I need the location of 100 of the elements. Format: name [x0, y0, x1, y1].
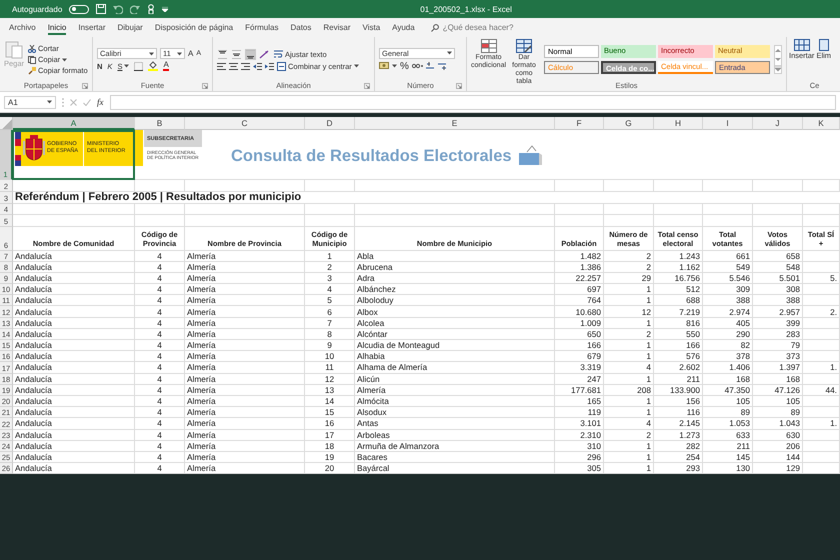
- table-cell: 1: [604, 374, 654, 385]
- table-cell: 290: [703, 328, 753, 340]
- dialog-launcher-icon[interactable]: [202, 82, 208, 88]
- column-header[interactable]: H: [654, 117, 703, 130]
- borders-icon[interactable]: [134, 62, 144, 70]
- insert-function-button[interactable]: fx: [97, 97, 104, 107]
- undo-icon[interactable]: [113, 4, 124, 14]
- percent-button[interactable]: %: [400, 60, 409, 72]
- menu-tab[interactable]: Fórmulas: [239, 20, 284, 35]
- decrease-indent-icon[interactable]: [253, 62, 262, 70]
- column-header[interactable]: B: [135, 117, 185, 130]
- align-text-icon[interactable]: [217, 62, 226, 70]
- column-header[interactable]: C: [185, 117, 305, 130]
- table-cell: 1.243: [654, 250, 703, 262]
- currency-icon[interactable]: [379, 62, 389, 70]
- empty-cell: [753, 204, 803, 215]
- column-header[interactable]: K: [803, 117, 840, 130]
- formula-input[interactable]: [110, 94, 836, 110]
- save-icon[interactable]: [96, 4, 106, 14]
- table-cell: 1.162: [654, 262, 703, 273]
- table-cell: 156: [654, 396, 703, 408]
- redo-icon[interactable]: [130, 4, 140, 14]
- fill-color-icon[interactable]: [148, 61, 158, 71]
- style-gallery-scroll[interactable]: [774, 45, 782, 74]
- vertical-align-button[interactable]: [231, 48, 242, 60]
- table-cell: 254: [654, 452, 703, 464]
- table-cell: 1.: [803, 362, 840, 374]
- column-header[interactable]: I: [703, 117, 753, 130]
- caret-icon[interactable]: [392, 64, 397, 68]
- table-cell: Andalucía: [13, 384, 135, 396]
- column-header[interactable]: F: [555, 117, 604, 130]
- menu-tab[interactable]: Datos: [284, 20, 318, 35]
- table-cell: Andalucía: [13, 440, 135, 452]
- increase-indent-icon[interactable]: [265, 62, 274, 70]
- caret-icon[interactable]: [124, 64, 130, 68]
- dialog-launcher-icon[interactable]: [364, 82, 370, 88]
- table-cell: Bacares: [355, 452, 555, 464]
- menu-tab[interactable]: Dibujar: [112, 20, 149, 35]
- menu-tab[interactable]: Ayuda: [386, 20, 421, 35]
- caret-icon[interactable]: [354, 64, 359, 68]
- column-header[interactable]: D: [305, 117, 355, 130]
- table-cell: 4: [135, 306, 185, 318]
- column-header[interactable]: E: [355, 117, 555, 130]
- scroll-up-icon: [775, 46, 781, 55]
- table-cell: Almería: [185, 374, 305, 385]
- vertical-align-button[interactable]: [245, 48, 256, 60]
- menu-tab[interactable]: Vista: [356, 20, 386, 35]
- table-cell: 1.009: [555, 318, 604, 329]
- empty-cell: [703, 204, 753, 215]
- table-cell: Andalucía: [13, 418, 135, 430]
- font-color-button[interactable]: A: [163, 61, 169, 71]
- table-cell: 18: [305, 440, 355, 452]
- orientation-icon[interactable]: [259, 50, 271, 58]
- table-cell: Andalucía: [13, 328, 135, 340]
- caret-icon[interactable]: [47, 100, 52, 104]
- menu-tab[interactable]: Disposición de página: [148, 20, 240, 35]
- table-cell: 1: [604, 284, 654, 296]
- table-cell: 168: [753, 374, 803, 385]
- dialog-launcher-icon[interactable]: [82, 82, 88, 88]
- caret-icon[interactable]: [177, 52, 182, 56]
- decrease-decimal-icon[interactable]: [438, 62, 447, 70]
- table-cell: 206: [753, 440, 803, 452]
- empty-cell: [555, 204, 604, 215]
- menu-tab[interactable]: Insertar: [72, 20, 112, 35]
- table-cell: Andalucía: [13, 362, 135, 374]
- column-header[interactable]: A: [13, 117, 135, 130]
- table-cell: 1: [604, 318, 654, 329]
- customize-icon[interactable]: [162, 6, 168, 12]
- dialog-launcher-icon[interactable]: [456, 82, 462, 88]
- table-cell: 296: [555, 452, 604, 464]
- table-cell: 168: [703, 374, 753, 385]
- touch-mode-icon[interactable]: [147, 4, 156, 14]
- table-cell: 4: [135, 418, 185, 430]
- caret-icon[interactable]: [447, 51, 452, 55]
- column-header[interactable]: G: [604, 117, 654, 130]
- caret-icon[interactable]: [149, 52, 154, 56]
- menu-tab[interactable]: Inicio: [42, 20, 72, 35]
- name-box[interactable]: A1: [4, 96, 56, 108]
- vertical-align-button[interactable]: [217, 48, 228, 60]
- table-cell: 4: [135, 272, 185, 284]
- table-cell: 308: [753, 284, 803, 296]
- caret-icon[interactable]: [62, 58, 68, 62]
- menu-tab[interactable]: Archivo: [3, 20, 42, 35]
- table-cell: Albox: [355, 306, 555, 318]
- table-cell: 4: [135, 328, 185, 340]
- align-text-icon[interactable]: [229, 62, 238, 70]
- table-cell: 679: [555, 351, 604, 362]
- table-cell: Andalucía: [13, 318, 135, 329]
- tell-me-field[interactable]: ¿Qué desea hacer?: [442, 23, 533, 32]
- align-text-icon[interactable]: [241, 62, 250, 70]
- table-cell: 2: [604, 250, 654, 262]
- search-icon[interactable]: [430, 24, 439, 32]
- autosave-toggle[interactable]: [69, 4, 90, 14]
- table-cell: 633: [703, 430, 753, 441]
- table-cell: 4: [135, 396, 185, 408]
- menu-tab[interactable]: Revisar: [317, 20, 356, 35]
- thousands-separator-icon[interactable]: [412, 63, 423, 69]
- column-header[interactable]: J: [753, 117, 803, 130]
- grow-font-button[interactable]: A: [188, 49, 194, 58]
- increase-decimal-icon[interactable]: [426, 62, 435, 70]
